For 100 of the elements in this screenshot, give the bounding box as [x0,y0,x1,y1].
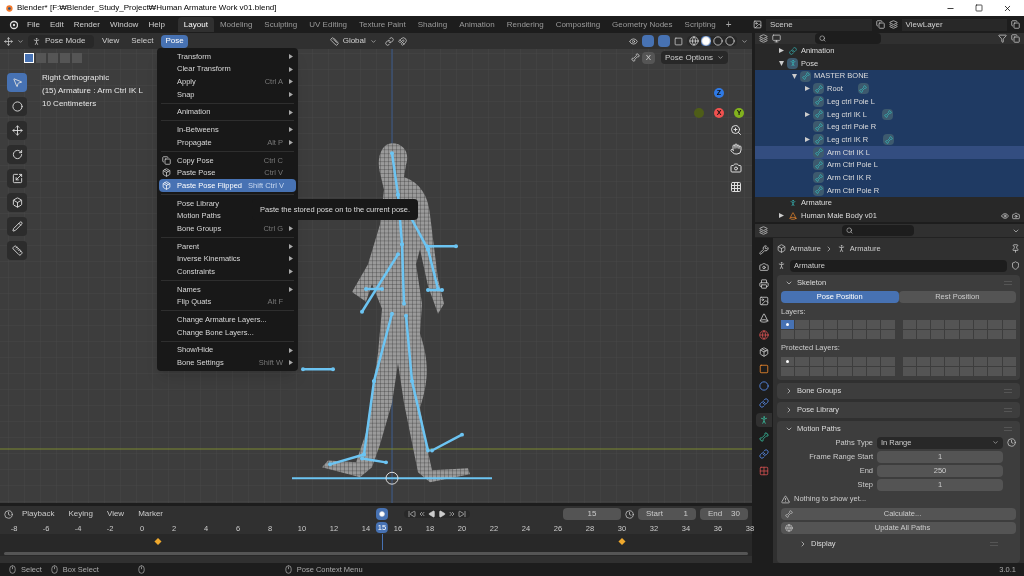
current-frame-field[interactable]: 15 [563,508,621,520]
workspace-tab[interactable]: Shading [411,17,454,32]
pin-icon[interactable] [1011,244,1020,253]
expanded-arrow-icon[interactable] [792,73,797,79]
layer-toggle[interactable] [781,356,795,366]
menu-item[interactable]: Keying [63,508,98,520]
tool-button[interactable] [7,217,27,236]
tool-button[interactable] [7,121,27,140]
keyframe-marker[interactable] [154,537,162,546]
workspace-tab[interactable]: Layout [177,17,214,32]
menu-item[interactable]: View [98,34,124,48]
zoom-icon[interactable] [730,124,742,136]
close-icon[interactable] [1003,3,1012,13]
layer-toggle[interactable] [781,320,795,330]
menu-item[interactable]: File [22,18,45,31]
jump-start-icon[interactable] [408,510,417,518]
wireframe-shading-icon[interactable] [689,36,699,46]
dropdown-caret-icon[interactable] [17,37,24,45]
search-field[interactable] [842,225,914,236]
menu-item[interactable]: Help [143,18,170,31]
collapsed-arrow-icon[interactable] [805,111,810,117]
filter-icon[interactable] [998,34,1007,44]
gizmo-toggle-icon[interactable] [642,35,654,47]
workspace-tab[interactable]: Texture Paint [353,17,412,32]
menu-item[interactable]: Playback [17,508,60,520]
overlay-toggle-icon[interactable] [658,35,670,47]
tool-button[interactable] [7,169,27,188]
keyframe-marker[interactable] [618,537,626,546]
record-button[interactable] [376,508,389,520]
menu-item[interactable]: Window [104,18,144,31]
mode-dropdown[interactable]: Pose Mode [28,34,94,48]
properties-tab[interactable] [756,430,772,444]
visibility-icon[interactable] [629,36,638,46]
next-keyframe-icon[interactable] [448,510,457,518]
workspace-tab[interactable]: Rendering [500,17,550,32]
stopwatch-icon[interactable] [625,509,634,519]
camera-icon[interactable] [730,162,742,174]
menu-item[interactable]: Edit [44,18,69,31]
pose-icon [788,59,797,68]
start-frame-field[interactable]: Start 1 [638,508,696,520]
bone-icon [814,160,823,169]
properties-tab[interactable] [756,260,772,274]
tool-button[interactable] [7,145,27,164]
collapsed-arrow-icon[interactable] [779,48,784,54]
child-bone-icon[interactable] [882,108,894,120]
jump-end-icon[interactable] [458,510,467,518]
collapsed-arrow-icon[interactable] [779,213,784,219]
child-bone-icon[interactable] [857,83,869,95]
workspace-tab[interactable]: Sculpting [258,17,304,32]
workspace-tab[interactable]: Animation [453,17,501,32]
properties-tab[interactable] [756,243,772,257]
layer-toggle[interactable] [795,330,809,340]
record-dot-icon [379,511,386,517]
child-bone-icon[interactable] [883,134,895,146]
layer-toggle[interactable] [781,330,795,340]
menu-item[interactable]: Marker [133,508,169,520]
orientation-dropdown[interactable]: Global [325,34,381,48]
tool-button[interactable] [7,193,27,212]
workspace-tab[interactable]: Modeling [213,17,259,32]
scrollbar[interactable] [4,551,748,555]
menu-item[interactable]: View [101,508,130,520]
tool-button[interactable] [7,73,27,92]
add-workspace-button[interactable]: + [721,17,736,32]
move-icon [11,125,23,136]
view-layer-field[interactable]: ViewLayer [901,18,1007,31]
search-field[interactable] [815,33,881,45]
maximize-icon[interactable] [975,4,983,12]
tool-button[interactable] [7,97,27,116]
play-reverse-icon[interactable] [428,510,437,518]
app-logo-icon[interactable] [8,19,18,30]
hand-icon[interactable] [730,143,742,155]
collapsed-arrow-icon[interactable] [805,86,810,92]
play-icon[interactable] [438,510,447,518]
workspace-tab[interactable]: Geometry Nodes [606,17,679,32]
solid-shading-icon[interactable] [701,36,711,46]
tool-button[interactable] [7,241,27,260]
caret-icon[interactable] [741,37,748,45]
menu-item[interactable]: Render [68,18,105,31]
scene-field[interactable]: Scene [766,18,872,31]
pose-options-dropdown[interactable]: Pose Options [660,51,728,64]
end-frame-field[interactable]: End 30 [700,508,748,520]
viewport-info-text: 10 Centimeters [42,98,98,110]
menu-item[interactable]: Pose [161,34,188,48]
prev-keyframe-icon[interactable] [418,510,427,518]
properties-tab[interactable] [756,277,772,291]
properties-tab[interactable] [756,413,772,427]
rendered-shading-icon[interactable] [725,36,735,46]
visibility-icon[interactable] [1001,211,1009,220]
menu-item[interactable]: Select [127,34,158,48]
material-shading-icon[interactable] [713,36,723,46]
collapsed-arrow-icon[interactable] [805,137,810,143]
armature-icon[interactable] [777,261,786,270]
workspace-tab[interactable]: Scripting [678,17,722,32]
expanded-arrow-icon[interactable] [779,60,784,66]
grid-icon[interactable] [730,181,742,193]
workspace-tab[interactable]: UV Editing [303,17,354,32]
select-new-icon[interactable] [24,52,34,63]
layer-toggle[interactable] [795,320,809,330]
properties-tab[interactable] [756,328,772,342]
workspace-tab[interactable]: Compositing [549,17,607,32]
